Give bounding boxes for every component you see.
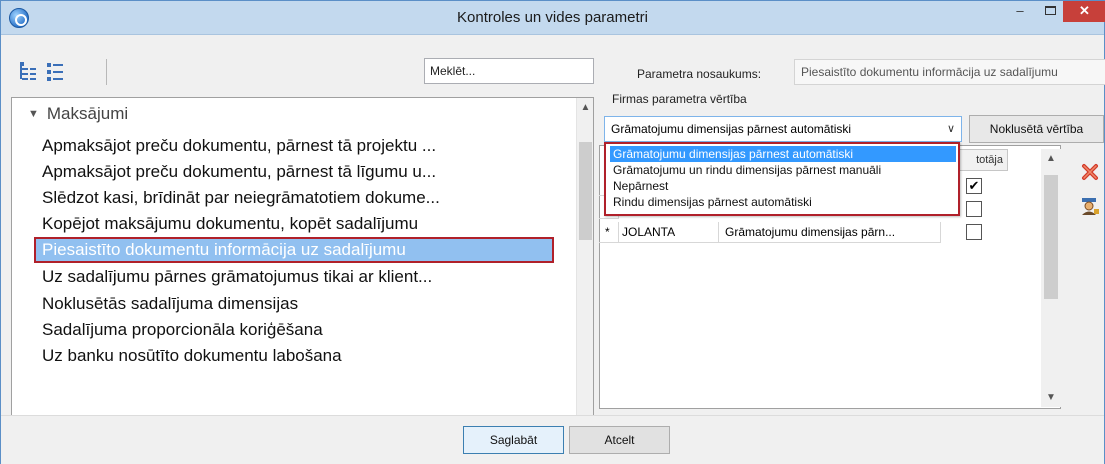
tree-item[interactable]: Apmaksājot preču dokumentu, pārnest tā l… bbox=[42, 159, 436, 185]
tree-item[interactable]: Kopējot maksājumu dokumentu, kopēt sadal… bbox=[42, 211, 418, 237]
param-name-label: Parametra nosaukums: bbox=[637, 67, 762, 81]
search-input[interactable] bbox=[424, 58, 594, 84]
tree-item-selected[interactable]: Piesaistīto dokumentu informācija uz sad… bbox=[34, 237, 554, 263]
grid-header-user-column[interactable]: totāja bbox=[956, 149, 1008, 171]
scroll-thumb[interactable] bbox=[1044, 175, 1058, 299]
tree-scrollbar[interactable]: ▲ ▼ bbox=[576, 98, 593, 458]
combobox-value: Grāmatojumu dimensijas pārnest automātis… bbox=[611, 122, 852, 136]
dropdown-option[interactable]: Nepārnest bbox=[610, 178, 956, 194]
chevron-down-icon[interactable]: ∨ bbox=[947, 117, 955, 141]
tree-item[interactable]: Uz banku nosūtīto dokumentu labošana bbox=[42, 343, 342, 369]
tree-list-icon[interactable] bbox=[46, 61, 64, 81]
parameter-tree: ▼ Maksājumi Apmaksājot preču dokumentu, p… bbox=[11, 97, 594, 459]
dropdown-option[interactable]: Rindu dimensijas pārnest automātiski bbox=[610, 194, 956, 210]
tree-group-maksajumi[interactable]: ▼ Maksājumi bbox=[28, 104, 128, 124]
scroll-up-icon[interactable]: ▲ bbox=[1041, 153, 1061, 164]
left-pane: ▼ Maksājumi Apmaksājot preču dokumentu, p… bbox=[11, 51, 594, 459]
checkbox-checked[interactable]: ✔ bbox=[966, 178, 982, 194]
checkbox[interactable] bbox=[966, 224, 982, 240]
title-bar: Kontroles un vides parametri – ✕ bbox=[1, 1, 1105, 35]
collapse-triangle-icon[interactable]: ▼ bbox=[28, 108, 39, 120]
firm-value-combobox[interactable]: Grāmatojumu dimensijas pārnest automātis… bbox=[604, 116, 962, 142]
toolbar-separator bbox=[106, 59, 107, 85]
default-value-button[interactable]: Noklusētā vērtība bbox=[969, 115, 1104, 143]
maximize-icon bbox=[1044, 6, 1056, 15]
dropdown-option[interactable]: Grāmatojumu dimensijas pārnest automātis… bbox=[610, 146, 956, 162]
value-cell[interactable]: Grāmatojumu dimensijas pārn... bbox=[719, 222, 941, 243]
user-settings-icon[interactable] bbox=[1079, 195, 1101, 217]
delete-icon[interactable] bbox=[1079, 161, 1101, 183]
window-title: Kontroles un vides parametri bbox=[457, 9, 648, 26]
left-toolbar bbox=[11, 51, 594, 91]
minimize-button[interactable]: – bbox=[1006, 1, 1034, 22]
firm-value-label: Firmas parametra vērtība bbox=[612, 92, 747, 106]
cancel-button[interactable]: Atcelt bbox=[569, 426, 670, 454]
maximize-button[interactable] bbox=[1036, 1, 1064, 22]
tree-group-label: Maksājumi bbox=[46, 104, 129, 123]
scroll-up-icon[interactable]: ▲ bbox=[577, 102, 593, 113]
close-button[interactable]: ✕ bbox=[1063, 1, 1105, 22]
tree-item[interactable]: Uz sadalījumu pārnes grāmatojumus tikai … bbox=[42, 264, 432, 290]
tree-item[interactable]: Slēdzot kasi, brīdināt par neiegrāmatoti… bbox=[42, 185, 440, 211]
row-marker: * bbox=[599, 222, 619, 243]
param-name-value: Piesaistīto dokumentu informācija uz sad… bbox=[794, 59, 1105, 85]
tree-item[interactable]: Apmaksājot preču dokumentu, pārnest tā p… bbox=[42, 133, 436, 159]
dropdown-option[interactable]: Grāmatojumu un rindu dimensijas pārnest … bbox=[610, 162, 956, 178]
scroll-thumb[interactable] bbox=[579, 142, 592, 240]
dialog-window: Kontroles un vides parametri – ✕ Meklēt.… bbox=[0, 0, 1105, 464]
grid-scrollbar[interactable]: ▲ ▼ bbox=[1041, 149, 1061, 407]
combobox-dropdown-list: Grāmatojumu dimensijas pārnest automātis… bbox=[604, 142, 960, 216]
tree-item[interactable]: Noklusētās sadalījuma dimensijas bbox=[42, 291, 298, 317]
tree-item[interactable]: Sadalījuma proporcionāla koriģēšana bbox=[42, 317, 323, 343]
checkbox[interactable] bbox=[966, 201, 982, 217]
save-button[interactable]: Saglabāt bbox=[463, 426, 564, 454]
tree-expand-icon[interactable] bbox=[19, 61, 37, 81]
user-cell[interactable]: JOLANTA bbox=[619, 222, 719, 243]
scroll-down-icon[interactable]: ▼ bbox=[1041, 392, 1061, 403]
